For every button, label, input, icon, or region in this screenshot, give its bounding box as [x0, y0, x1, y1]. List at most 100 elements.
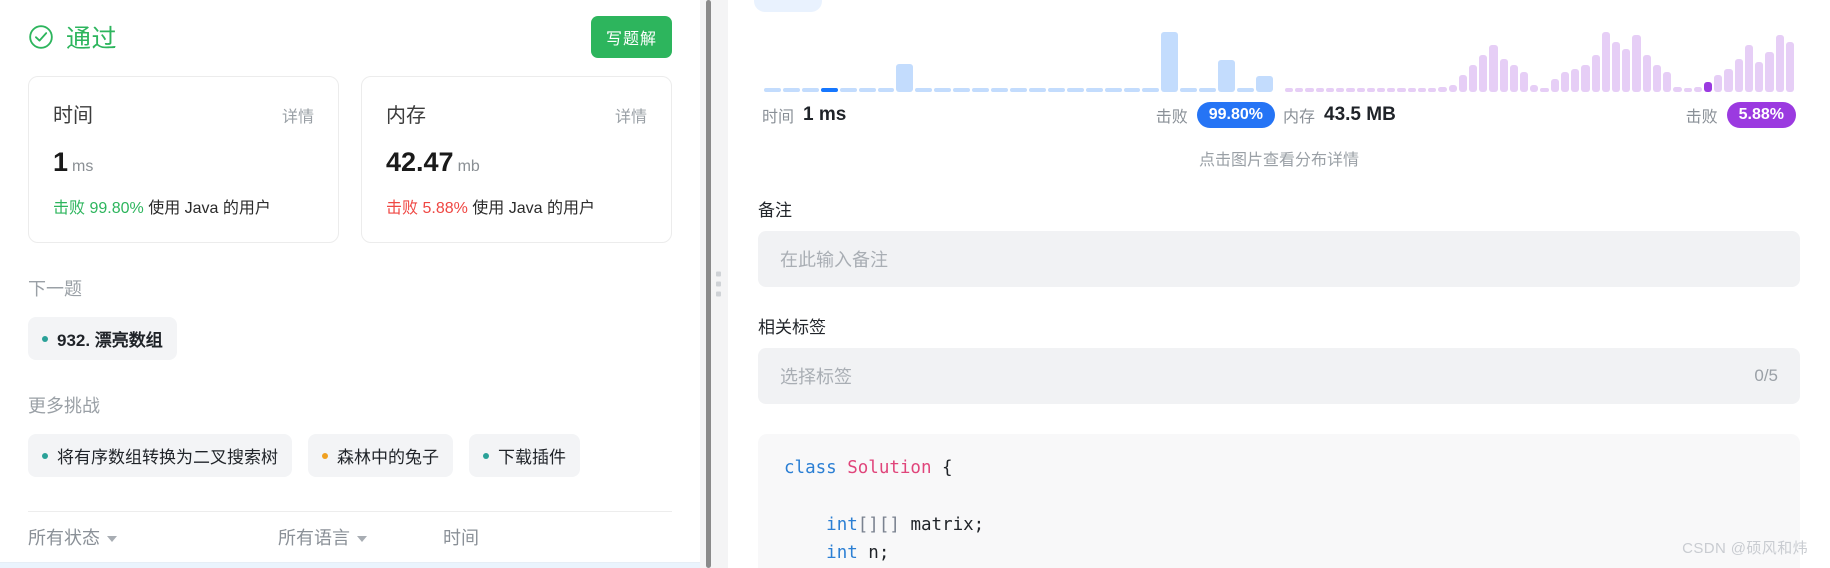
- histogram-bar: [1417, 88, 1427, 92]
- histogram-bar: [839, 88, 857, 92]
- histogram-bar: [1315, 88, 1324, 92]
- column-header-time-label: 时间: [443, 528, 479, 548]
- code-token: {: [942, 458, 953, 478]
- distribution-block: 时间 1 ms 击败 99.80% 内存 43.5 MB 击败 5.88%: [728, 0, 1830, 128]
- stat-card-time-beat-prefix: 击败: [53, 200, 86, 217]
- histogram-bar: [1581, 65, 1590, 92]
- table-row[interactable]: 通过 Java 几秒前: [0, 562, 700, 568]
- time-beat-label: 击败: [1155, 109, 1188, 126]
- memory-beat-label: 击败: [1685, 109, 1718, 126]
- filter-language-label: 所有语言: [278, 528, 350, 548]
- challenge-chip-2-label: 森林中的兔子: [337, 448, 439, 467]
- time-distribution-chart[interactable]: [758, 26, 1279, 92]
- submissions-table-header: 所有状态 所有语言 时间: [28, 512, 672, 562]
- histogram-bar: [1509, 65, 1519, 92]
- drag-handle-icon[interactable]: [716, 271, 721, 297]
- histogram-bar: [1199, 88, 1217, 92]
- challenge-chip-1[interactable]: 将有序数组转换为二叉搜索树: [28, 434, 292, 477]
- histogram-bar: [991, 88, 1008, 92]
- code-token: n;: [857, 543, 890, 564]
- notes-input[interactable]: 在此输入备注: [758, 231, 1800, 287]
- histogram-bar: [1448, 85, 1457, 92]
- histogram-bar: [1305, 88, 1314, 92]
- tags-counter: 0/5: [1754, 366, 1778, 385]
- scrollbar-thumb[interactable]: [706, 0, 711, 568]
- histogram-bar: [1387, 88, 1396, 92]
- histogram-bar: [1346, 88, 1355, 92]
- next-question-chips: 932. 漂亮数组: [28, 317, 672, 360]
- histogram-bar: [1499, 59, 1508, 92]
- histogram-bar: [1376, 88, 1386, 92]
- tags-select[interactable]: 选择标签 0/5: [758, 348, 1800, 404]
- histogram-bar: [1295, 88, 1304, 92]
- stat-cards: 时间 详情 1 ms 击败 99.80% 使用 Java 的用户 内存 详情 4…: [28, 76, 672, 243]
- challenge-chip-3[interactable]: 下载插件: [469, 434, 580, 477]
- stat-card-time-detail-link[interactable]: 详情: [282, 103, 314, 127]
- histogram-bar: [1775, 35, 1784, 92]
- stat-card-time-number: 1: [53, 147, 69, 177]
- histogram-bar: [1612, 42, 1621, 92]
- notes-label: 备注: [758, 201, 792, 220]
- histogram-bar: [1724, 69, 1733, 92]
- next-question-chip-label: 932. 漂亮数组: [57, 331, 163, 350]
- histogram-bar: [1540, 88, 1549, 92]
- code-token: [][]: [857, 514, 900, 535]
- histogram-bar: [1765, 52, 1774, 92]
- histogram-bar: [1085, 88, 1103, 92]
- histogram-bar: [1407, 88, 1416, 92]
- next-question-chip[interactable]: 932. 漂亮数组: [28, 317, 177, 360]
- memory-distribution[interactable]: 内存 43.5 MB 击败 5.88%: [1279, 26, 1800, 128]
- histogram-bar: [1785, 42, 1794, 92]
- memory-distribution-chart[interactable]: [1279, 26, 1800, 92]
- histogram-bar: [1663, 72, 1672, 92]
- histogram-bar: [782, 88, 800, 92]
- stat-card-time-beat-pct: 99.80%: [89, 200, 144, 217]
- challenge-chip-2[interactable]: 森林中的兔子: [308, 434, 453, 477]
- difficulty-dot-icon: [42, 335, 48, 342]
- difficulty-dot-icon: [42, 452, 48, 459]
- stat-card-memory-beat-prefix: 击败: [386, 200, 419, 217]
- histogram-bar: [1009, 88, 1027, 92]
- write-solution-button[interactable]: 写题解: [590, 16, 672, 58]
- tags-label: 相关标签: [758, 318, 826, 337]
- code-token: class: [784, 458, 848, 478]
- stat-card-time-beat-suffix: 使用 Java 的用户: [148, 200, 271, 217]
- histogram-bar: [1703, 82, 1713, 92]
- histogram-bar: [1571, 69, 1580, 92]
- histogram-bar: [801, 88, 819, 92]
- submission-result-screen: 通过 写题解 时间 详情 1ms 击败 99.80% 使用 Java 的用户: [0, 0, 1830, 568]
- histogram-bar: [1632, 35, 1641, 92]
- stat-card-memory-header: 内存 详情: [386, 99, 647, 128]
- panel-divider[interactable]: [700, 0, 728, 568]
- histogram-bar: [858, 88, 876, 92]
- difficulty-dot-icon: [322, 452, 328, 459]
- histogram-bar: [1428, 88, 1437, 92]
- histogram-bar: [1468, 65, 1478, 92]
- time-legend-value: 1 ms: [803, 104, 847, 125]
- histogram-bar: [1237, 88, 1254, 92]
- histogram-bar: [1520, 72, 1529, 92]
- code-block[interactable]: class Solution { int[][] matrix; int n; …: [758, 434, 1800, 568]
- histogram-bar: [1622, 49, 1631, 92]
- filter-status-dropdown[interactable]: 所有状态: [28, 524, 278, 550]
- code-token: int: [826, 514, 858, 535]
- chevron-down-icon: [107, 535, 117, 542]
- stat-card-time-beat: 击败 99.80% 使用 Java 的用户: [53, 194, 314, 218]
- filter-language-dropdown[interactable]: 所有语言: [278, 524, 443, 550]
- histogram-bar: [1714, 75, 1723, 92]
- stat-card-memory-detail-link[interactable]: 详情: [615, 103, 647, 127]
- distribution-hint: 点击图片查看分布详情: [1198, 152, 1359, 169]
- histogram-bar: [1142, 88, 1160, 92]
- histogram-bar: [1458, 75, 1467, 92]
- time-distribution[interactable]: 时间 1 ms 击败 99.80%: [758, 26, 1279, 128]
- tab-chip-partial[interactable]: [754, 0, 822, 12]
- left-panel: 通过 写题解 时间 详情 1ms 击败 99.80% 使用 Java 的用户: [0, 0, 700, 568]
- histogram-bar: [1550, 79, 1559, 92]
- histogram-bar: [1285, 88, 1294, 92]
- filter-status-label: 所有状态: [28, 528, 100, 548]
- histogram-bar: [1489, 45, 1498, 92]
- column-header-time: 时间: [443, 524, 603, 550]
- histogram-bar: [934, 88, 952, 92]
